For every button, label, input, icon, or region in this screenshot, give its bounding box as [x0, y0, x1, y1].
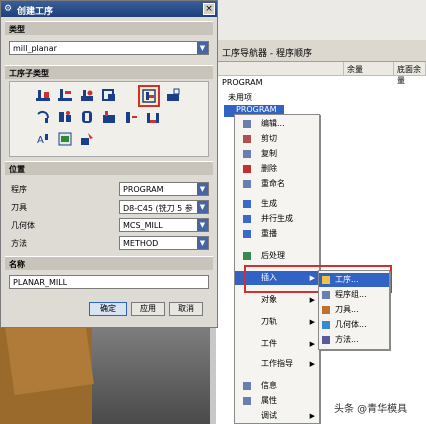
name-input[interactable]: PLANAR_MILL	[9, 275, 209, 289]
menu-item-postprocess[interactable]: 后处理	[235, 249, 319, 263]
menu-item-work-instruction[interactable]: 工作指导 ▶	[235, 357, 319, 371]
method-value: METHOD	[123, 239, 159, 248]
geometry-label: 几何体	[11, 221, 35, 230]
chevron-down-icon: ▼	[197, 42, 208, 54]
program-label: 程序	[11, 185, 27, 194]
subtype-panel: A	[9, 81, 209, 157]
menu-item-properties[interactable]: 属性	[235, 394, 319, 408]
menu-item-workpiece[interactable]: 工件 ▶	[235, 337, 319, 351]
menu-item-toolpath[interactable]: 刀轨 ▶	[235, 315, 319, 329]
watermark: 头条 @青华模具	[334, 404, 408, 415]
planar-text-icon[interactable]: A	[36, 132, 54, 150]
menu-item-delete[interactable]: 删除	[235, 162, 319, 176]
program-select[interactable]: PROGRAM ▼	[119, 182, 209, 196]
geometry-select[interactable]: MCS_MILL ▼	[119, 218, 209, 232]
submenu-item-geometry[interactable]: 几何体...	[319, 318, 389, 332]
submenu-item-program-group[interactable]: 程序组...	[319, 288, 389, 302]
submenu-arrow-icon: ▶	[309, 296, 315, 304]
geometry-value: MCS_MILL	[123, 221, 163, 230]
mill-profile-icon[interactable]	[102, 88, 120, 106]
submenu-arrow-icon: ▶	[309, 340, 315, 348]
location-section[interactable]: 位置	[5, 161, 213, 175]
ok-button[interactable]: 确定	[89, 302, 127, 316]
copy-icon	[243, 150, 251, 158]
replay-icon	[243, 230, 251, 238]
program-group-icon	[322, 291, 330, 299]
submenu-item-operation[interactable]: 工序...	[319, 273, 389, 287]
mill-control-icon[interactable]	[80, 132, 98, 150]
submenu-item-tool[interactable]: 刀具...	[319, 303, 389, 317]
subtype-section[interactable]: 工序子类型	[5, 65, 213, 79]
create-operation-dialog: 创建工序 ⚙ × 类型 mill_planar ▼ 工序子类型 A 位置 程序 …	[0, 0, 218, 328]
submenu-arrow-icon: ▶	[309, 318, 315, 326]
thread-mill-icon[interactable]	[58, 132, 76, 150]
geometry-icon	[322, 321, 330, 329]
menu-item-info[interactable]: 信息	[235, 379, 319, 393]
program-value: PROGRAM	[123, 185, 164, 194]
tool-select[interactable]: D8-C45 (铣刀 5 参 ▼	[119, 200, 209, 214]
close-button[interactable]: ×	[203, 3, 215, 15]
face-mill-icon[interactable]	[36, 88, 54, 106]
menu-item-debug[interactable]: 调试 ▶	[235, 409, 319, 423]
navigator-header-stock[interactable]: 余量	[344, 62, 394, 76]
submenu-arrow-icon: ▶	[309, 360, 315, 368]
navigator-header-name[interactable]	[216, 62, 344, 76]
type-value: mill_planar	[13, 44, 57, 53]
method-label: 方法	[11, 239, 27, 248]
navigator-header-floor-stock[interactable]: 底面余量	[394, 62, 426, 85]
tool-value: D8-C45 (铣刀 5 参	[123, 204, 193, 213]
contour-icon[interactable]	[36, 110, 54, 128]
name-section[interactable]: 名称	[5, 256, 213, 270]
operation-icon	[322, 276, 330, 284]
info-icon	[243, 382, 251, 390]
cut-icon	[243, 135, 251, 143]
submenu-item-method[interactable]: 方法...	[319, 333, 389, 347]
menu-item-generate[interactable]: 生成	[235, 197, 319, 211]
tool-label: 刀具	[11, 203, 27, 212]
menu-item-cut[interactable]: 剪切	[235, 132, 319, 146]
properties-icon	[243, 397, 251, 405]
menu-item-copy[interactable]: 复制	[235, 147, 319, 161]
insert-submenu: 工序... 程序组... 刀具... 几何体... 方法...	[318, 270, 390, 350]
toolbar-area	[216, 0, 426, 40]
finish-walls-icon[interactable]	[124, 110, 142, 128]
chevron-down-icon: ▼	[197, 237, 208, 249]
cancel-button[interactable]: 取消	[169, 302, 203, 316]
rename-icon	[243, 180, 251, 188]
dialog-title: 创建工序	[1, 1, 217, 17]
rough-follow-icon[interactable]	[58, 110, 76, 128]
gear-icon: ⚙	[4, 4, 13, 14]
face-mill-manual-icon[interactable]	[58, 88, 76, 106]
chevron-down-icon: ▼	[197, 201, 208, 213]
menu-item-rename[interactable]: 重命名	[235, 177, 319, 191]
submenu-arrow-icon: ▶	[309, 412, 315, 420]
type-section[interactable]: 类型	[5, 21, 213, 35]
floor-wall-icon[interactable]	[80, 88, 98, 106]
menu-item-parallel-generate[interactable]: 并行生成	[235, 212, 319, 226]
cavity-mill-icon[interactable]	[166, 88, 184, 106]
cleanup-corners-icon[interactable]	[102, 110, 120, 128]
type-select[interactable]: mill_planar ▼	[9, 41, 209, 55]
postprocess-icon	[243, 252, 251, 260]
chevron-down-icon: ▼	[197, 219, 208, 231]
method-select[interactable]: METHOD ▼	[119, 236, 209, 250]
apply-button[interactable]: 应用	[131, 302, 165, 316]
zlevel-icon[interactable]	[80, 110, 98, 128]
finish-floor-icon[interactable]	[146, 110, 164, 128]
chevron-down-icon: ▼	[197, 183, 208, 195]
tool-icon	[322, 306, 330, 314]
svg-text:A: A	[37, 135, 44, 146]
navigator-title: 工序导航器 - 程序顺序	[216, 40, 426, 62]
menu-item-edit[interactable]: 编辑...	[235, 117, 319, 131]
method-icon	[322, 336, 330, 344]
navigator-row[interactable]: PROGRAM	[220, 78, 340, 90]
menu-item-object[interactable]: 对象 ▶	[235, 293, 319, 307]
parallel-generate-icon	[243, 215, 251, 223]
menu-item-replay[interactable]: 重播	[235, 227, 319, 241]
generate-icon	[243, 200, 251, 208]
planar-mill-icon[interactable]	[138, 85, 160, 107]
navigator-row[interactable]: 未用项	[220, 92, 340, 104]
delete-icon	[243, 165, 251, 173]
edit-icon	[243, 120, 251, 128]
